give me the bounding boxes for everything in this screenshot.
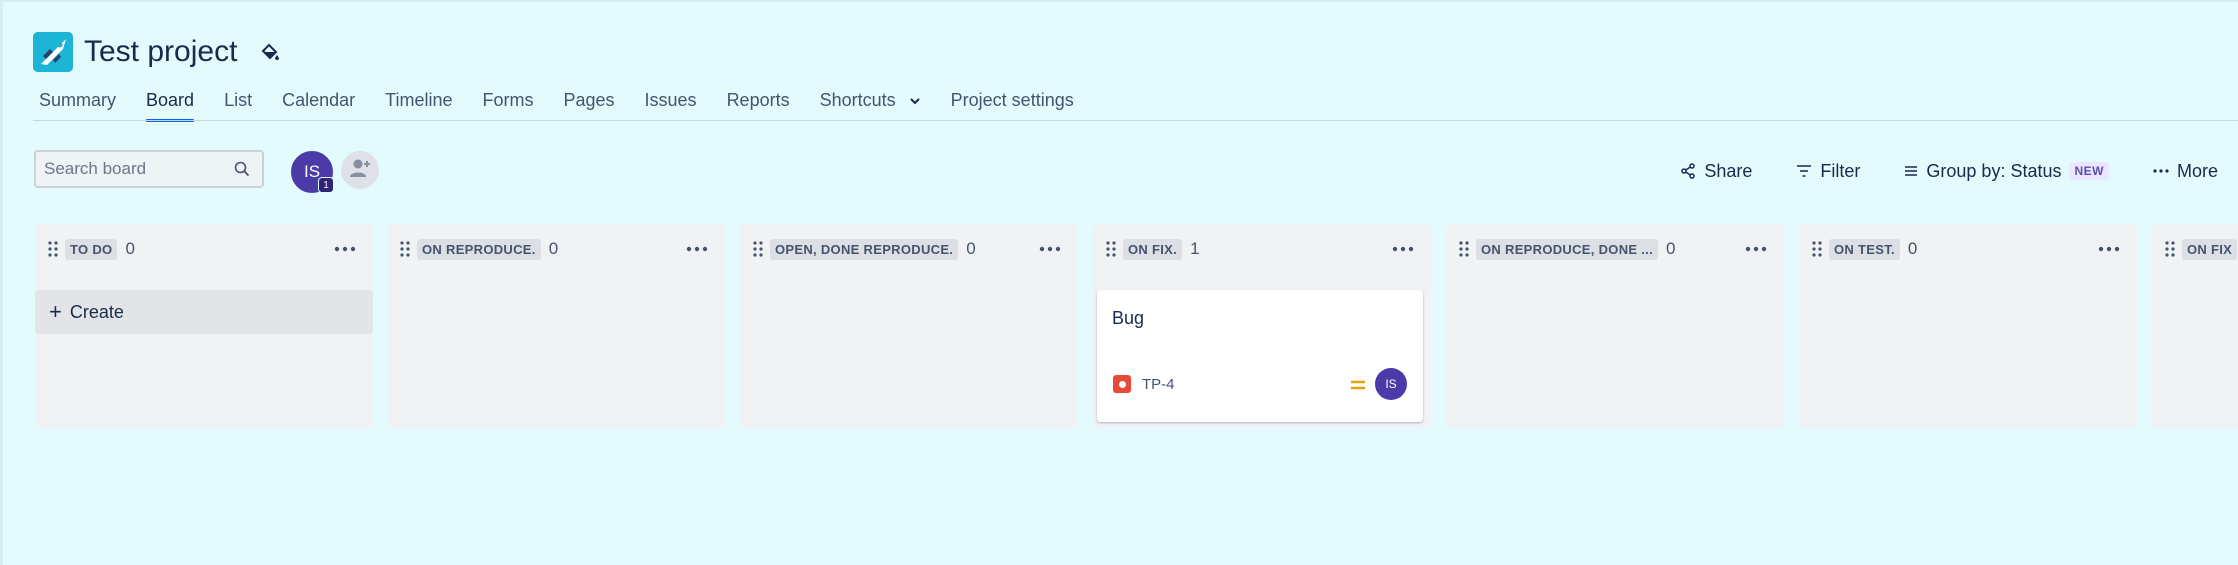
tab-board[interactable]: Board [146, 88, 195, 122]
group-by-label: Group by: Status [1926, 160, 2062, 181]
column-header: TO DO 0 [35, 236, 373, 262]
share-label: Share [1704, 160, 1753, 181]
search-icon [234, 161, 250, 182]
more-icon[interactable] [1744, 240, 1768, 258]
add-user-icon [348, 157, 372, 184]
drag-handle-icon[interactable] [2164, 240, 2176, 258]
search-board[interactable] [34, 150, 264, 188]
drag-handle-icon[interactable] [399, 240, 411, 258]
tab-list[interactable]: List [224, 88, 252, 122]
column-header: ON REPRODUCE. 0 [387, 236, 725, 262]
column-count: 0 [1907, 239, 1918, 258]
rocket-logo-icon[interactable] [33, 32, 73, 72]
assignee-avatar[interactable]: IS [1375, 368, 1407, 400]
tab-forms[interactable]: Forms [482, 88, 533, 122]
column-count: 0 [1666, 239, 1676, 258]
plus-icon: + [49, 299, 62, 324]
issue-card[interactable]: Bug TP-4 IS [1097, 290, 1423, 422]
more-icon[interactable] [333, 240, 357, 258]
column-name: TO DO [65, 238, 118, 260]
create-label: Create [69, 301, 124, 322]
tab-reports[interactable]: Reports [727, 88, 790, 122]
column-count: 0 [548, 239, 559, 258]
tab-shortcuts-label: Shortcuts [819, 90, 896, 110]
column-name: ON TEST. [1829, 238, 1900, 260]
column-on-fix: ON FIX. 1 Bug TP-4 IS [1093, 224, 1431, 428]
project-title: Test project [84, 35, 238, 68]
column-header: ON FIX. 1 [1093, 236, 1431, 262]
drag-handle-icon[interactable] [47, 240, 59, 258]
tab-pages[interactable]: Pages [563, 88, 614, 122]
column-header: ON FIX [2152, 236, 2238, 262]
drag-handle-icon[interactable] [1458, 240, 1470, 258]
column-to-do: TO DO 0 + Create [35, 224, 373, 428]
column-on-fix-partial: ON FIX [2152, 224, 2238, 428]
board-actions: Share Filter Group by: Status NEW More [1636, 154, 2218, 188]
bug-type-icon [1113, 375, 1131, 393]
tab-issues[interactable]: Issues [645, 88, 697, 122]
tab-shortcuts[interactable]: Shortcuts [820, 88, 921, 122]
tab-summary[interactable]: Summary [39, 88, 116, 122]
column-on-test: ON TEST. 0 [1799, 224, 2137, 428]
share-icon [1681, 163, 1696, 179]
column-count: 1 [1190, 239, 1200, 258]
column-name: ON REPRODUCE. [417, 238, 541, 260]
column-name: ON FIX. [1123, 238, 1183, 260]
column-count: 0 [125, 239, 135, 258]
more-icon[interactable] [1391, 240, 1415, 258]
card-title: Bug [1112, 308, 1145, 328]
column-header: ON TEST. 0 [1799, 236, 2137, 262]
medium-priority-icon [1351, 380, 1365, 390]
drag-handle-icon[interactable] [1811, 240, 1823, 258]
more-button[interactable]: More [2153, 161, 2218, 182]
group-by-button[interactable]: Group by: Status NEW [1904, 161, 2109, 182]
group-by-icon [1905, 166, 1918, 176]
new-badge: NEW [2069, 162, 2109, 180]
column-on-reproduce: ON REPRODUCE. 0 [387, 224, 725, 428]
column-open-done-reproduce: OPEN, DONE REPRODUCE. 0 [740, 224, 1078, 428]
column-name: ON FIX [2182, 238, 2238, 260]
tab-calendar[interactable]: Calendar [282, 88, 355, 122]
drag-handle-icon[interactable] [1105, 240, 1117, 258]
more-icon[interactable] [685, 240, 709, 258]
column-on-reproduce-done: ON REPRODUCE, DONE ... 0 [1446, 224, 1784, 428]
chevron-down-icon [909, 89, 921, 113]
project-tabs: Summary Board List Calendar Timeline For… [39, 88, 1104, 122]
avatar-count-badge: 1 [318, 177, 334, 193]
project-header: Test project [33, 32, 281, 72]
drag-handle-icon[interactable] [752, 240, 764, 258]
more-icon [2153, 169, 2169, 173]
column-header: ON REPRODUCE, DONE ... 0 [1446, 236, 1784, 262]
column-name: ON REPRODUCE, DONE ... [1476, 238, 1659, 260]
filter-button[interactable]: Filter [1796, 161, 1860, 182]
column-name: OPEN, DONE REPRODUCE. [770, 238, 959, 260]
board: TO DO 0 + Create ON REPRODUCE. 0 OPEN, D… [35, 224, 2238, 434]
search-input[interactable] [44, 159, 224, 179]
more-icon[interactable] [1038, 240, 1062, 258]
tabs-divider [33, 120, 2238, 121]
tab-timeline[interactable]: Timeline [385, 88, 452, 122]
add-people-button[interactable] [339, 149, 381, 191]
paint-bucket-icon[interactable] [259, 41, 281, 63]
filter-icon [1797, 165, 1812, 177]
more-label: More [2176, 160, 2218, 181]
tab-project-settings[interactable]: Project settings [951, 88, 1074, 122]
filter-label: Filter [1820, 160, 1861, 181]
create-issue-button[interactable]: + Create [35, 290, 373, 334]
issue-key[interactable]: TP-4 [1142, 376, 1175, 393]
share-button[interactable]: Share [1680, 161, 1752, 182]
more-icon[interactable] [2097, 240, 2121, 258]
column-count: 0 [966, 239, 976, 258]
column-header: OPEN, DONE REPRODUCE. 0 [740, 236, 1078, 262]
